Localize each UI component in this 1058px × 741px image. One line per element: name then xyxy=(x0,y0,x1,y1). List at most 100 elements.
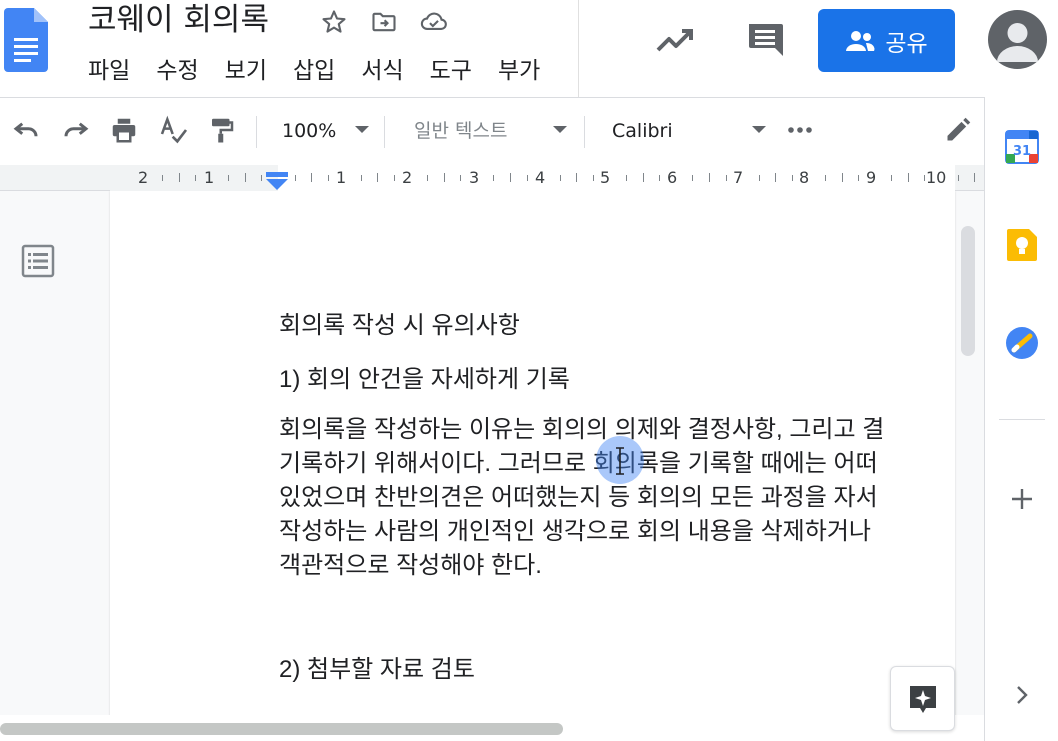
menu-format[interactable]: 서식 xyxy=(361,54,403,88)
list-item-1[interactable]: 1) 회의 안건을 자세하게 기록 xyxy=(279,363,955,397)
docs-logo-icon[interactable] xyxy=(4,8,48,72)
share-person-icon xyxy=(846,30,875,51)
ruler-tick xyxy=(692,175,693,181)
share-button[interactable]: 공유 xyxy=(818,9,955,72)
menu-edit[interactable]: 수정 xyxy=(156,54,198,88)
font-select[interactable]: Calibri xyxy=(612,118,673,144)
zoom-select[interactable]: 100% xyxy=(282,118,336,144)
ruler-label: 4 xyxy=(535,168,546,187)
document-outline-icon[interactable] xyxy=(20,243,56,279)
ruler-tick xyxy=(510,173,511,182)
paint-format-icon[interactable] xyxy=(204,112,240,148)
document-page[interactable]: 회의록 작성 시 유의사항 1) 회의 안건을 자세하게 기록 회의록을 작성하… xyxy=(110,191,955,715)
horizontal-scrollbar-thumb[interactable] xyxy=(0,723,563,735)
more-options-icon[interactable] xyxy=(782,112,818,148)
expand-panel-chevron-icon[interactable] xyxy=(1002,675,1042,715)
ruler-tick xyxy=(659,175,660,181)
ruler-tick xyxy=(908,173,909,182)
body-line[interactable]: 작성하는 사람의 개인적인 생각으로 회의 내용을 삭제하거나 xyxy=(279,515,955,549)
explore-sparkle-icon xyxy=(909,685,936,713)
ruler-tick xyxy=(328,175,329,181)
indent-marker-icon[interactable] xyxy=(265,172,289,190)
ruler-tick xyxy=(261,175,262,181)
ruler-label: 7 xyxy=(733,168,744,187)
ruler-tick xyxy=(444,173,445,182)
ruler-label: 6 xyxy=(667,168,678,187)
heading-paragraph[interactable]: 회의록 작성 시 유의사항 xyxy=(279,309,955,343)
ruler-tick xyxy=(958,175,959,181)
ruler-tick xyxy=(195,175,196,181)
account-avatar-icon[interactable] xyxy=(988,10,1047,69)
tasks-icon[interactable] xyxy=(1002,323,1042,363)
redo-icon[interactable] xyxy=(58,112,94,148)
document-canvas: 회의록 작성 시 유의사항 1) 회의 안건을 자세하게 기록 회의록을 작성하… xyxy=(0,191,984,715)
ruler-tick xyxy=(527,175,528,181)
ruler-tick xyxy=(560,175,561,181)
document-body[interactable]: 회의록 작성 시 유의사항 1) 회의 안건을 자세하게 기록 회의록을 작성하… xyxy=(279,309,955,687)
ruler-tick xyxy=(179,173,180,182)
star-icon[interactable] xyxy=(318,6,350,38)
side-panel-separator xyxy=(999,419,1045,420)
ruler-tick xyxy=(924,175,925,181)
calendar-icon[interactable]: 31 xyxy=(1002,127,1042,167)
comment-history-icon[interactable] xyxy=(744,18,786,60)
ruler-tick xyxy=(759,175,760,181)
style-select[interactable]: 일반 텍스트 xyxy=(414,118,507,144)
menu-bar: 파일 수정 보기 삽입 서식 도구 부가 xyxy=(88,54,566,88)
ruler-tick xyxy=(709,173,710,182)
ruler-tick xyxy=(726,175,727,181)
ruler-tick xyxy=(593,175,594,181)
activity-trend-icon[interactable] xyxy=(654,20,696,60)
body-line[interactable]: 있었으며 찬반의견은 어떠했는지 등 회의의 모든 과정을 자서 xyxy=(279,481,955,515)
list-item-2[interactable]: 2) 첨부할 자료 검토 xyxy=(279,653,955,687)
spellcheck-icon[interactable] xyxy=(156,112,192,148)
title-icons xyxy=(318,6,450,38)
toolbar: 100% 일반 텍스트 Calibri xyxy=(0,97,984,165)
ruler-tick xyxy=(460,175,461,181)
document-title[interactable]: 코웨이 회의록 xyxy=(88,0,269,40)
move-to-folder-icon[interactable] xyxy=(368,6,400,38)
ruler-label: 2 xyxy=(402,168,413,187)
editing-mode-pencil-icon[interactable] xyxy=(940,112,976,148)
keep-icon[interactable] xyxy=(1002,225,1042,265)
ruler: 2 1 1 2 3 4 5 6 7 8 9 10 xyxy=(0,165,984,191)
undo-icon[interactable] xyxy=(8,112,44,148)
ruler-tick xyxy=(162,175,163,181)
font-caret-icon[interactable] xyxy=(752,126,766,133)
ruler-label: 2 xyxy=(138,168,149,187)
ruler-tick xyxy=(228,175,229,181)
cloud-saved-icon[interactable] xyxy=(418,6,450,38)
ruler-label: 10 xyxy=(926,168,947,187)
calendar-day: 31 xyxy=(1013,144,1031,159)
ruler-label: 1 xyxy=(204,168,215,187)
ruler-label: 9 xyxy=(866,168,877,187)
vertical-scrollbar-thumb[interactable] xyxy=(961,226,975,356)
text-cursor-icon xyxy=(616,447,624,475)
ruler-tick xyxy=(311,173,312,182)
ruler-tick xyxy=(858,175,859,181)
header-divider xyxy=(578,0,579,97)
style-caret-icon[interactable] xyxy=(553,126,567,133)
menu-addons[interactable]: 부가 xyxy=(498,54,540,88)
print-icon[interactable] xyxy=(106,112,142,148)
ruler-tick xyxy=(891,175,892,181)
ruler-tick xyxy=(974,173,975,182)
menu-file[interactable]: 파일 xyxy=(88,54,130,88)
toolbar-separator xyxy=(256,116,257,148)
body-line[interactable]: 객관적으로 작성해야 한다. xyxy=(279,549,955,583)
ruler-tick xyxy=(792,175,793,181)
toolbar-separator xyxy=(584,116,585,148)
ruler-tick xyxy=(295,175,296,181)
ruler-tick xyxy=(842,173,843,182)
menu-view[interactable]: 보기 xyxy=(225,54,267,88)
ruler-tick xyxy=(377,173,378,182)
explore-button[interactable] xyxy=(890,666,955,731)
add-addon-icon[interactable] xyxy=(1002,479,1042,519)
ruler-tick xyxy=(576,173,577,182)
menu-insert[interactable]: 삽입 xyxy=(293,54,335,88)
ruler-tick xyxy=(427,175,428,181)
ruler-tick xyxy=(493,175,494,181)
ruler-tick xyxy=(245,173,246,182)
menu-tools[interactable]: 도구 xyxy=(430,54,472,88)
zoom-caret-icon[interactable] xyxy=(355,126,369,133)
